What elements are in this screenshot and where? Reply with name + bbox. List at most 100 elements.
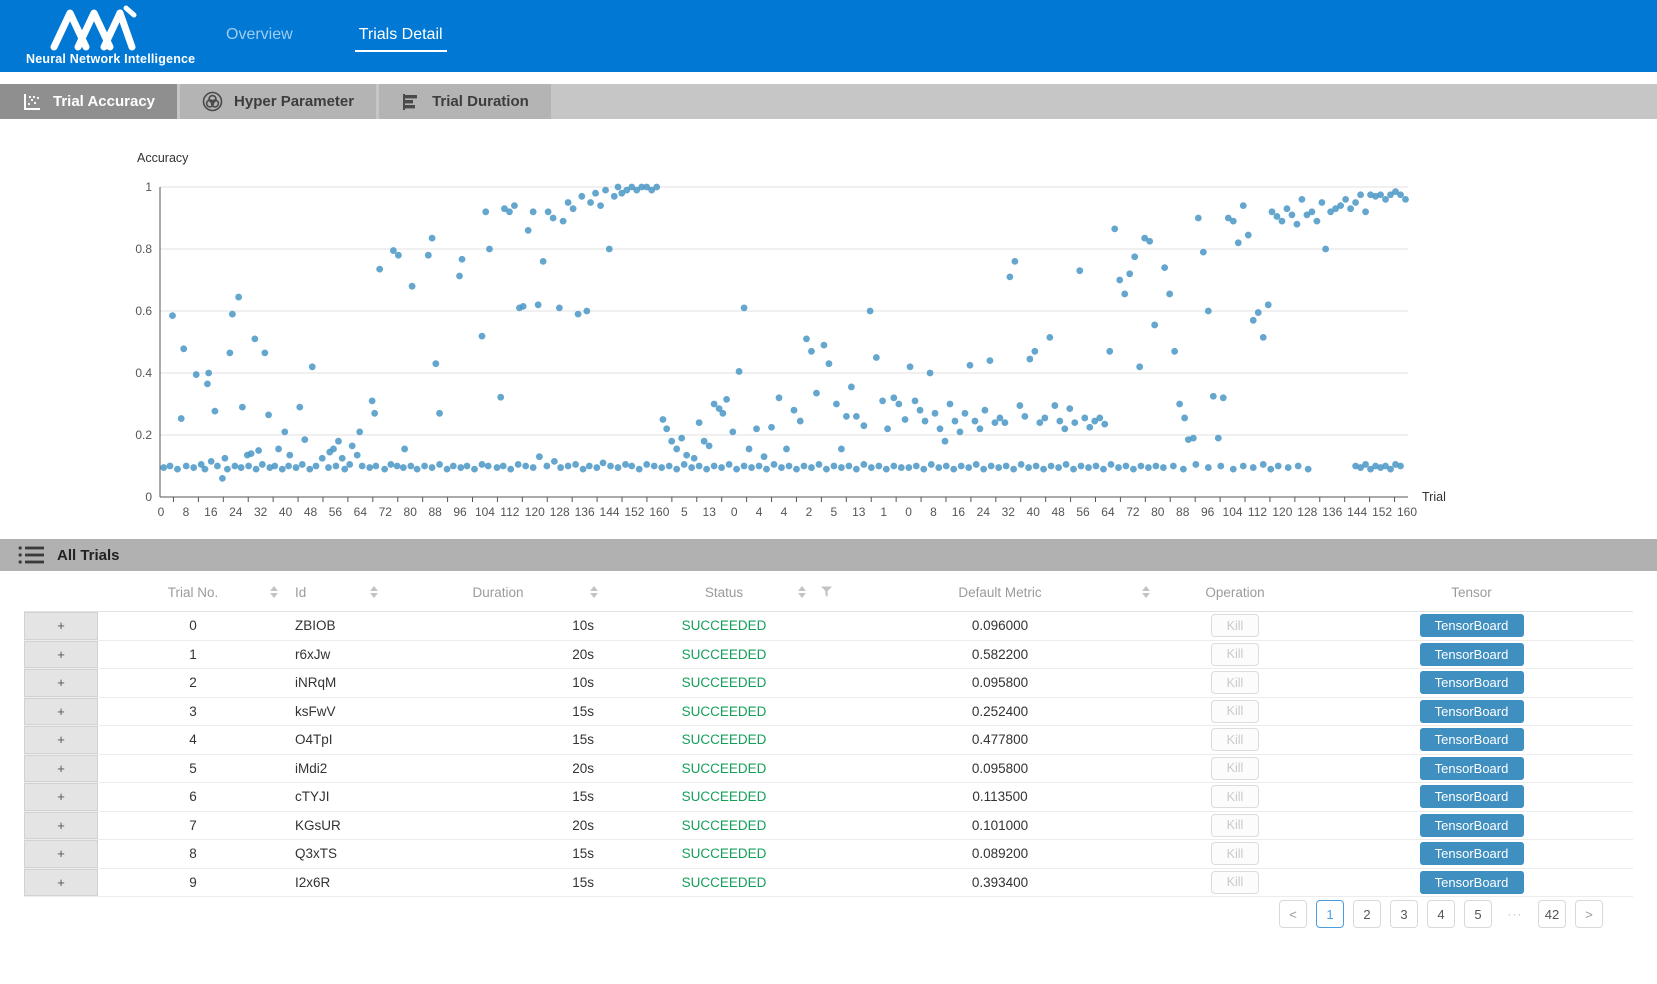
row-expander-button[interactable]: + — [24, 840, 98, 868]
kill-button[interactable]: Kill — [1211, 814, 1259, 837]
cell-operation: Kill — [1160, 612, 1310, 640]
scatter-point — [1190, 435, 1197, 442]
scatter-point — [407, 463, 414, 470]
page-button-3[interactable]: 3 — [1390, 900, 1418, 928]
scatter-point — [801, 463, 808, 470]
column-header-id[interactable]: Id — [288, 573, 388, 611]
scatter-point — [962, 410, 969, 417]
scatter-point — [578, 193, 585, 200]
horizontal-bars-icon — [401, 92, 421, 112]
kill-button[interactable]: Kill — [1211, 757, 1259, 780]
column-header-default-metric[interactable]: Default Metric — [840, 573, 1160, 611]
scatter-point — [821, 342, 828, 349]
scatter-point — [1250, 317, 1257, 324]
scatter-point — [997, 415, 1004, 422]
scatter-point — [1131, 253, 1138, 260]
scatter-point — [507, 466, 514, 473]
cell-operation: Kill — [1160, 698, 1310, 726]
scatter-point — [980, 466, 987, 473]
page-button-5[interactable]: 5 — [1464, 900, 1492, 928]
x-tick-label: 128 — [1297, 505, 1317, 519]
tensorboard-button[interactable]: TensorBoard — [1420, 643, 1524, 666]
status-badge: SUCCEEDED — [682, 761, 767, 776]
scatter-point — [572, 461, 579, 468]
tensorboard-button[interactable]: TensorBoard — [1420, 700, 1524, 723]
tensorboard-button[interactable]: TensorBoard — [1420, 842, 1524, 865]
scatter-point — [673, 466, 680, 473]
tensorboard-button[interactable]: TensorBoard — [1420, 814, 1524, 837]
scatter-point — [1362, 461, 1369, 468]
scatter-point — [551, 458, 558, 465]
page-button-42[interactable]: 42 — [1538, 900, 1566, 928]
tab-hyper-parameter[interactable]: Hyper Parameter — [180, 84, 376, 119]
row-expander-button[interactable]: + — [24, 698, 98, 726]
row-expander-button[interactable]: + — [24, 612, 98, 640]
tensorboard-button[interactable]: TensorBoard — [1420, 614, 1524, 637]
column-header-trial-no-[interactable]: Trial No. — [98, 573, 288, 611]
kill-button[interactable]: Kill — [1211, 700, 1259, 723]
row-expander-button[interactable]: + — [24, 755, 98, 783]
nav-tab-trials-detail[interactable]: Trials Detail — [355, 20, 447, 52]
scatter-point — [615, 464, 622, 471]
x-tick-label: 13 — [703, 505, 717, 519]
column-header-status[interactable]: Status — [608, 573, 840, 611]
page-button-2[interactable]: 2 — [1353, 900, 1381, 928]
sort-carets-icon[interactable] — [590, 586, 598, 598]
scatter-point — [239, 404, 246, 411]
scatter-point — [1033, 463, 1040, 470]
kill-button[interactable]: Kill — [1211, 842, 1259, 865]
scatter-point — [281, 429, 288, 436]
cell-tensor: TensorBoard — [1310, 612, 1633, 640]
scatter-point — [1011, 258, 1018, 265]
scatter-point — [628, 463, 635, 470]
tab-trial-duration[interactable]: Trial Duration — [379, 84, 551, 119]
scatter-point — [1021, 413, 1028, 420]
nav-tab-overview[interactable]: Overview — [222, 20, 297, 52]
scatter-point — [1284, 205, 1291, 212]
row-expander-button[interactable]: + — [24, 869, 98, 897]
scatter-point — [696, 463, 703, 470]
kill-button[interactable]: Kill — [1211, 643, 1259, 666]
scatter-point — [1126, 270, 1133, 277]
scatter-point — [860, 461, 867, 468]
scatter-point — [376, 266, 383, 273]
kill-button[interactable]: Kill — [1211, 871, 1259, 894]
scatter-point — [1240, 202, 1247, 209]
row-expander-button[interactable]: + — [24, 783, 98, 811]
scatter-point — [1145, 464, 1152, 471]
cell-default-metric: 0.252400 — [840, 698, 1160, 726]
filter-funnel-icon[interactable] — [821, 587, 832, 598]
prev-page-button[interactable]: < — [1279, 900, 1307, 928]
sort-carets-icon[interactable] — [798, 586, 806, 598]
kill-button[interactable]: Kill — [1211, 614, 1259, 637]
y-tick-label: 1 — [145, 180, 152, 194]
scatter-point — [183, 463, 190, 470]
page-button-4[interactable]: 4 — [1427, 900, 1455, 928]
tensorboard-button[interactable]: TensorBoard — [1420, 757, 1524, 780]
scatter-point — [174, 466, 181, 473]
x-tick-label: 8 — [183, 505, 190, 519]
row-expander-button[interactable]: + — [24, 726, 98, 754]
next-page-button[interactable]: > — [1575, 900, 1603, 928]
row-expander-button[interactable]: + — [24, 669, 98, 697]
scatter-point — [912, 398, 919, 405]
tab-trial-accuracy[interactable]: Trial Accuracy — [0, 84, 177, 119]
kill-button[interactable]: Kill — [1211, 671, 1259, 694]
sort-carets-icon[interactable] — [270, 586, 278, 598]
row-expander-button[interactable]: + — [24, 641, 98, 669]
tensorboard-button[interactable]: TensorBoard — [1420, 728, 1524, 751]
page-button-1[interactable]: 1 — [1316, 900, 1344, 928]
row-expander-button[interactable]: + — [24, 812, 98, 840]
tensorboard-button[interactable]: TensorBoard — [1420, 785, 1524, 808]
scatter-point — [1136, 363, 1143, 370]
tensorboard-button[interactable]: TensorBoard — [1420, 871, 1524, 894]
column-header-duration[interactable]: Duration — [388, 573, 608, 611]
kill-button[interactable]: Kill — [1211, 785, 1259, 808]
column-header-operation: Operation — [1160, 573, 1310, 611]
cell-default-metric: 0.582200 — [840, 641, 1160, 669]
kill-button[interactable]: Kill — [1211, 728, 1259, 751]
pagination-ellipsis[interactable]: ··· — [1501, 900, 1529, 928]
sort-carets-icon[interactable] — [1142, 586, 1150, 598]
tensorboard-button[interactable]: TensorBoard — [1420, 671, 1524, 694]
sort-carets-icon[interactable] — [370, 586, 378, 598]
